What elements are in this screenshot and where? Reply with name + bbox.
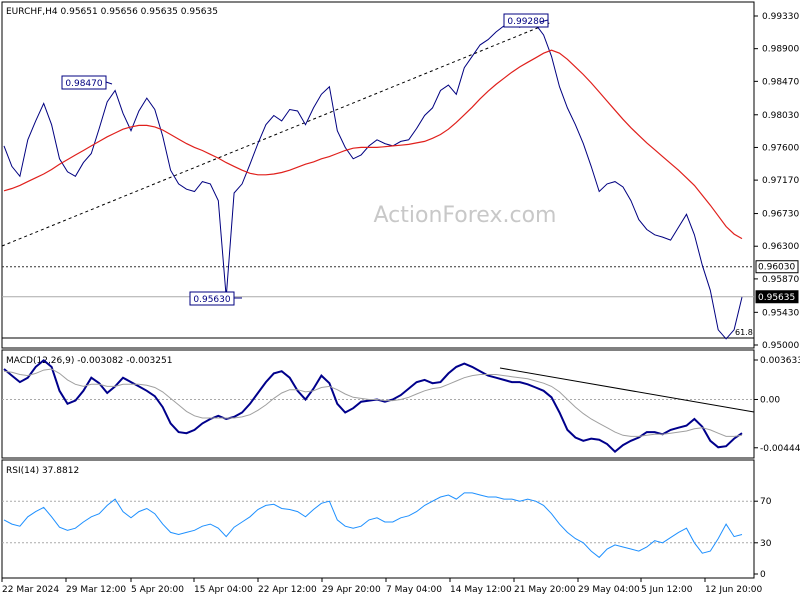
x-tick-label: 15 Apr 04:00 xyxy=(194,585,253,595)
rsi-y-tick-label: 0 xyxy=(760,570,766,580)
y-tick-label: 0.96730 xyxy=(762,210,799,220)
x-tick-label: 12 Jun 20:00 xyxy=(705,585,762,595)
symbol-header: EURCHF,H4 0.95651 0.95656 0.95635 0.9563… xyxy=(6,7,218,17)
rsi-y-tick-label: 70 xyxy=(760,497,772,507)
chart-svg: ActionForex.com EURCHF,H4 0.95651 0.9565… xyxy=(0,0,800,600)
x-tick-label: 21 May 20:00 xyxy=(514,585,576,595)
macd-header: MACD(12,26,9) -0.003082 -0.003251 xyxy=(6,356,172,366)
y-tick-label: 0.98030 xyxy=(762,111,799,121)
x-tick-label: 29 Apr 20:00 xyxy=(322,585,381,595)
y-tick-label: 0.96300 xyxy=(762,242,799,252)
x-tick-label: 22 Mar 2024 xyxy=(2,585,59,595)
x-tick-label: 5 Jun 12:00 xyxy=(641,585,693,595)
x-tick-label: 7 May 04:00 xyxy=(386,585,442,595)
y-tick-label: 0.98470 xyxy=(762,77,799,87)
watermark-text: ActionForex.com xyxy=(374,203,557,228)
y-tick-label: 0.99330 xyxy=(762,12,799,22)
rsi-header: RSI(14) 37.8812 xyxy=(6,466,79,476)
price-label-text: 0.95630 xyxy=(193,295,230,305)
x-tick-label: 29 Mar 12:00 xyxy=(66,585,126,595)
right-price-mark-text: 0.96030 xyxy=(758,263,795,273)
macd-y-tick-label: 0.003633 xyxy=(760,356,800,366)
x-tick-label: 29 May 04:00 xyxy=(578,585,640,595)
right-price-mark-text: 0.95635 xyxy=(758,293,795,303)
y-tick-label: 0.97600 xyxy=(762,143,799,153)
x-tick-label: 5 Apr 20:00 xyxy=(131,585,184,595)
fib-label: 61.8 xyxy=(735,328,753,337)
chart-background xyxy=(0,0,800,600)
y-tick-label: 0.98900 xyxy=(762,45,799,55)
macd-y-tick-label: -0.004443 xyxy=(760,444,800,454)
rsi-y-tick-label: 30 xyxy=(760,539,772,549)
y-tick-label: 0.95870 xyxy=(762,275,799,285)
price-label-text: 0.99280 xyxy=(507,17,544,27)
macd-y-tick-label: 0.00 xyxy=(760,395,780,405)
x-tick-label: 14 May 12:00 xyxy=(450,585,512,595)
price-label-text: 0.98470 xyxy=(65,79,102,89)
y-tick-label: 0.95430 xyxy=(762,308,799,318)
y-tick-label: 0.97170 xyxy=(762,176,799,186)
y-tick-label: 0.95000 xyxy=(762,341,799,351)
x-tick-label: 22 Apr 12:00 xyxy=(258,585,317,595)
